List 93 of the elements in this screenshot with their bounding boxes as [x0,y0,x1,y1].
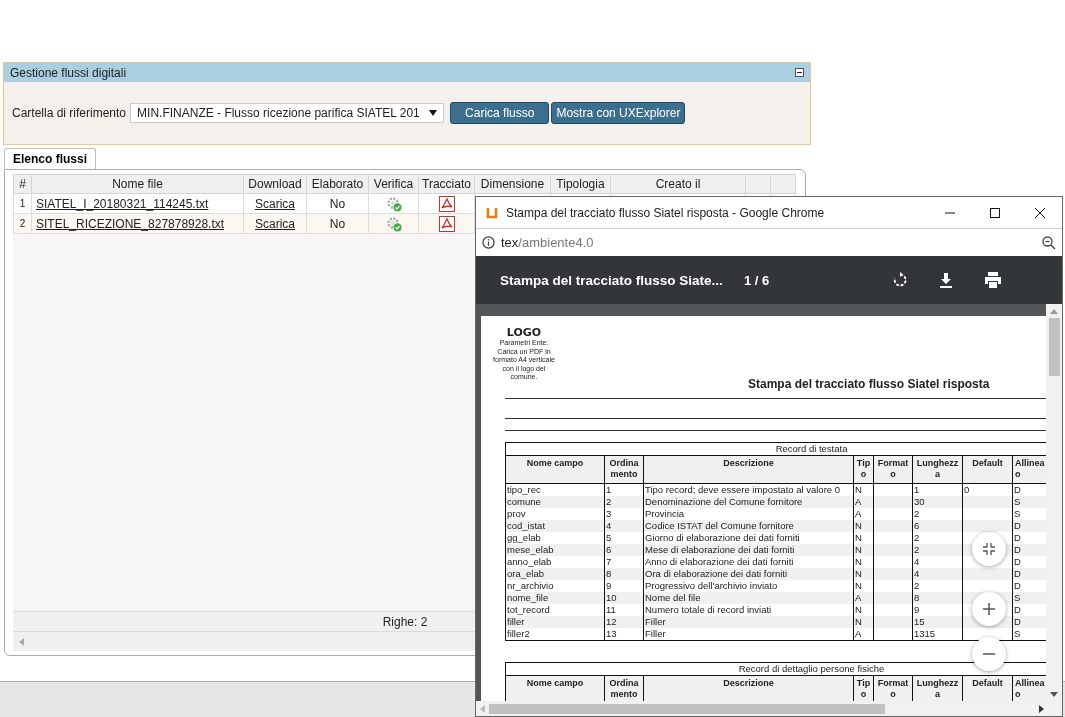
column-header[interactable]: Elaborato [306,174,369,194]
app-icon [486,206,498,219]
table-cell: 12 [604,616,644,628]
table-cell: N [853,520,874,532]
scroll-right-icon[interactable] [1039,704,1044,713]
row-number: 1 [13,193,32,214]
table-cell: 6 [604,544,644,556]
column-header: Nome campo [505,455,605,484]
table-cell: filler [505,616,605,628]
table-cell: 1315 [912,628,963,641]
page-counter: 1 / 6 [744,272,771,288]
rotate-icon[interactable] [892,272,908,288]
table-cell: A [853,592,874,604]
logo-text: LOGO [506,326,542,339]
table-cell: filler2 [505,628,605,641]
column-header[interactable]: Verifica [368,174,419,194]
column-header: Descrizione [643,455,854,484]
folder-label: Cartella di riferimento [12,106,127,120]
plus-icon [983,603,995,615]
table-cell: A [853,496,874,508]
dropdown-arrow-icon [429,110,438,116]
load-button[interactable]: Carica flusso [450,102,550,124]
gear-check-icon[interactable] [385,215,402,232]
document-title: Stampa del tracciato flusso Siatel risposta [748,377,990,391]
table-cell: Codice ISTAT del Comune fornitore [643,520,854,532]
table-cell [873,520,913,532]
explorer-button[interactable]: Mostra con UXExplorer [551,102,686,124]
table-cell [962,496,1013,508]
table-cell [962,568,1013,580]
table-cell: Ora di elaborazione dei dati forniti [643,568,854,580]
table-cell: 13 [604,628,644,641]
close-icon[interactable] [1034,206,1046,219]
table-cell: Filler [643,616,854,628]
vertical-scrollbar[interactable] [1046,304,1062,701]
table-cell: 10 [604,592,644,604]
table-cell: mese_elab [505,544,605,556]
scroll-thumb[interactable] [489,703,885,714]
table-cell: nome_file [505,592,605,604]
table-cell: 4 [912,568,963,580]
table-cell: ora_elab [505,568,605,580]
table-cell: Mese di elaborazione dei dati forniti [643,544,854,556]
table-cell: N [853,544,874,556]
pdf-icon[interactable] [438,215,455,232]
folder-select[interactable]: MIN.FINANZE - Flusso ricezione parifica SIATEL 201 [130,103,445,123]
pdf-icon[interactable] [438,195,455,212]
panel-title: Gestione flussi digitali [10,65,127,80]
info-icon[interactable] [482,236,495,249]
table-cell [873,544,913,556]
table-cell: comune [505,496,605,508]
zoom-out-icon[interactable] [1042,235,1056,250]
window-title: Stampa del tracciato flusso Siatel risposta - Google Chrome [506,205,826,220]
table-cell: 6 [912,520,963,532]
download-icon[interactable] [938,272,954,288]
collapse-icon[interactable] [795,68,804,77]
table-cell: Filler [643,628,854,641]
horizontal-scrollbar[interactable] [476,701,1062,716]
table-cell: N [853,568,874,580]
scroll-thumb[interactable] [1048,318,1060,376]
column-header[interactable]: Download [243,174,307,194]
table-cell [962,520,1013,532]
table-cell: 2 [912,544,963,556]
column-header[interactable]: Nome file [31,174,244,194]
scroll-down-icon[interactable] [1050,692,1058,697]
row-count: Righe: 2 [382,614,428,629]
column-header[interactable]: Tipologia [550,174,611,194]
table-cell: 15 [912,616,963,628]
table-cell: A [853,628,874,641]
column-header[interactable]: # [13,174,32,194]
table-cell [873,616,913,628]
table-cell: 8 [912,592,963,604]
table-cell: 2 [604,496,644,508]
table-cell [873,568,913,580]
gear-check-icon[interactable] [385,195,402,212]
table-cell: 4 [604,520,644,532]
table-cell: 30 [912,496,963,508]
pdf-title: Stampa del tracciato flusso Siate... [500,272,724,288]
table-cell: N [853,616,874,628]
column-header[interactable]: Creato il [610,174,746,194]
table-cell: Denominazione del Comune fornitore [643,496,854,508]
fit-icon [983,543,995,555]
table-cell [873,628,913,641]
table-cell: 8 [604,568,644,580]
print-icon[interactable] [984,272,1002,288]
column-header[interactable]: Tracciato [418,174,475,194]
table-cell: Nome del file [643,592,854,604]
row-number: 2 [13,213,32,234]
table-cell: cod_istat [505,520,605,532]
maximize-icon[interactable] [989,206,1001,219]
table-cell [873,496,913,508]
table-cell [873,592,913,604]
url-text[interactable]: tex/ambiente4.0 [501,235,1036,250]
tab[interactable]: Elenco flussi [4,148,97,169]
column-header[interactable]: Dimensione [474,174,551,194]
